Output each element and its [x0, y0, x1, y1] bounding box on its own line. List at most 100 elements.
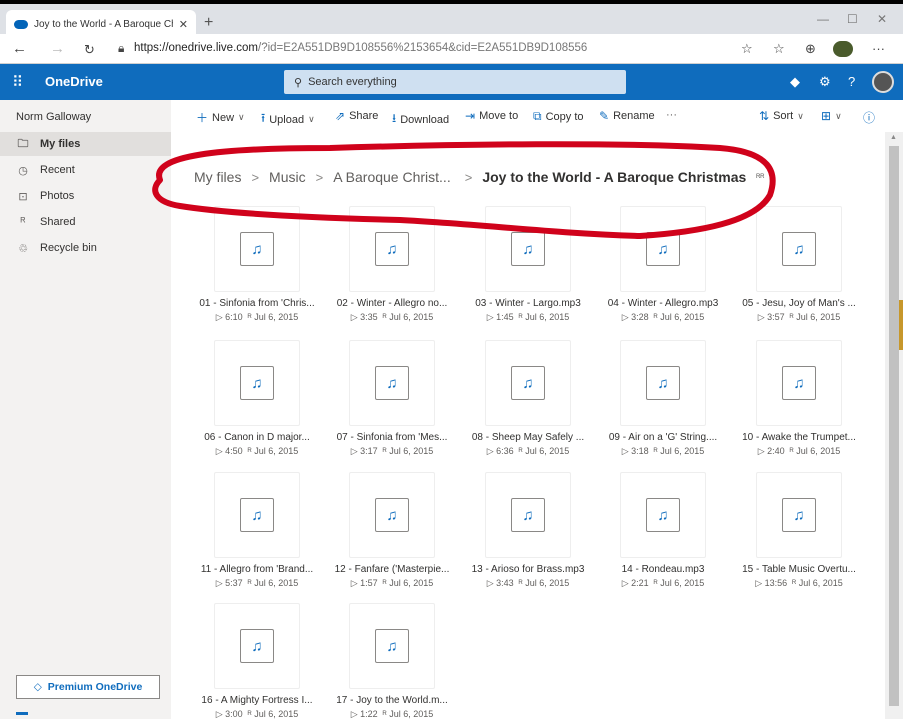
new-button[interactable]: ＋ New ∨	[196, 109, 245, 126]
help-icon[interactable]: ?	[848, 74, 855, 89]
file-tile[interactable]: ♫ 15 - Table Music Overtu... ▷ 13:56 ᴿ Jul…	[734, 472, 864, 592]
forward-icon[interactable]: →	[50, 40, 65, 57]
file-thumbnail[interactable]: ♫	[349, 206, 435, 292]
file-thumbnail[interactable]: ♫	[349, 472, 435, 558]
scrollbar-thumb[interactable]	[889, 146, 899, 706]
download-button[interactable]: ⭳ Download	[392, 109, 449, 130]
file-duration: 3:18	[631, 446, 649, 456]
nav-shared[interactable]: ᴿ Shared	[0, 210, 171, 234]
copy-to-button[interactable]: ⧉ Copy to	[533, 109, 584, 124]
file-thumbnail[interactable]: ♫	[620, 206, 706, 292]
file-name[interactable]: 10 - Awake the Trumpet...	[734, 432, 864, 443]
file-tile[interactable]: ♫ 05 - Jesu, Joy of Man's ... ▷ 3:57 ᴿ Jul…	[734, 206, 864, 326]
collections-icon[interactable]: ⊕	[805, 41, 816, 57]
breadcrumb-album[interactable]: A Baroque Christ...	[333, 169, 451, 185]
premium-diamond-icon[interactable]: ◆	[790, 74, 800, 90]
file-name[interactable]: 13 - Arioso for Brass.mp3	[463, 564, 593, 575]
close-tab-icon[interactable]: ✕	[179, 18, 188, 31]
upload-button[interactable]: ⭱ Upload ∨	[261, 109, 315, 130]
file-name[interactable]: 03 - Winter - Largo.mp3	[463, 298, 593, 309]
refresh-icon[interactable]: ↻	[84, 42, 95, 58]
file-thumbnail[interactable]: ♫	[756, 472, 842, 558]
file-meta: ▷ 5:37 ᴿ Jul 6, 2015	[192, 578, 322, 589]
file-tile[interactable]: ♫ 12 - Fanfare ('Masterpie... ▷ 1:57 ᴿ Jul…	[327, 472, 457, 592]
minimize-icon[interactable]: —	[817, 12, 829, 26]
file-name[interactable]: 17 - Joy to the World.m...	[327, 695, 457, 706]
sort-button[interactable]: ⇅ Sort ∨	[759, 109, 804, 123]
search-box[interactable]: ⚲ Search everything	[284, 70, 626, 94]
rename-button[interactable]: ✎ Rename	[599, 109, 655, 123]
maximize-icon[interactable]: ☐	[847, 12, 858, 26]
nav-recycle-bin[interactable]: ♲ Recycle bin	[0, 236, 171, 260]
move-to-button[interactable]: ⇥ Move to	[465, 109, 518, 123]
file-name[interactable]: 12 - Fanfare ('Masterpie...	[327, 564, 457, 575]
nav-recent[interactable]: ◷ Recent	[0, 158, 171, 182]
scroll-up-icon[interactable]: ▲	[890, 134, 897, 141]
copy-icon: ⧉	[533, 109, 542, 123]
file-tile[interactable]: ♫ 04 - Winter - Allegro.mp3 ▷ 3:28 ᴿ Jul 6…	[598, 206, 728, 326]
file-thumbnail[interactable]: ♫	[485, 472, 571, 558]
nav-photos[interactable]: ⊡ Photos	[0, 184, 171, 208]
favorite-star-icon[interactable]: ☆	[741, 41, 753, 57]
file-thumbnail[interactable]: ♫	[620, 340, 706, 426]
file-tile[interactable]: ♫ 10 - Awake the Trumpet... ▷ 2:40 ᴿ Jul 6…	[734, 340, 864, 460]
nav-my-files[interactable]: 🗀 My files	[0, 132, 171, 156]
more-menu-icon[interactable]: ···	[872, 41, 885, 56]
view-options-button[interactable]: ⊞ ∨	[821, 109, 842, 123]
file-thumbnail[interactable]: ♫	[620, 472, 706, 558]
file-name[interactable]: 15 - Table Music Overtu...	[734, 564, 864, 575]
file-thumbnail[interactable]: ♫	[485, 206, 571, 292]
file-name[interactable]: 09 - Air on a 'G' String....	[598, 432, 728, 443]
new-tab-icon[interactable]: +	[204, 14, 213, 32]
profile-icon[interactable]	[833, 41, 853, 57]
settings-gear-icon[interactable]: ⚙	[819, 74, 831, 90]
file-tile[interactable]: ♫ 02 - Winter - Allegro no... ▷ 3:35 ᴿ Jul…	[327, 206, 457, 326]
scrollbar[interactable]: ▲	[885, 132, 903, 719]
file-tile[interactable]: ♫ 01 - Sinfonia from 'Chris... ▷ 6:10 ᴿ Ju…	[192, 206, 322, 326]
file-tile[interactable]: ♫ 06 - Canon in D major... ▷ 4:50 ᴿ Jul 6,…	[192, 340, 322, 460]
breadcrumb-music[interactable]: Music	[269, 169, 306, 185]
more-commands-button[interactable]: ···	[666, 109, 677, 121]
file-name[interactable]: 11 - Allegro from 'Brand...	[192, 564, 322, 575]
music-note-icon: ♫	[646, 366, 680, 400]
shared-icon: ᴿ	[242, 446, 255, 456]
file-thumbnail[interactable]: ♫	[349, 340, 435, 426]
favorites-icon[interactable]: ☆	[773, 41, 785, 57]
file-name[interactable]: 04 - Winter - Allegro.mp3	[598, 298, 728, 309]
file-tile[interactable]: ♫ 13 - Arioso for Brass.mp3 ▷ 3:43 ᴿ Jul 6…	[463, 472, 593, 592]
file-tile[interactable]: ♫ 09 - Air on a 'G' String.... ▷ 3:18 ᴿ Ju…	[598, 340, 728, 460]
file-name[interactable]: 08 - Sheep May Safely ...	[463, 432, 593, 443]
file-thumbnail[interactable]: ♫	[214, 206, 300, 292]
file-thumbnail[interactable]: ♫	[214, 472, 300, 558]
file-name[interactable]: 02 - Winter - Allegro no...	[327, 298, 457, 309]
file-thumbnail[interactable]: ♫	[485, 340, 571, 426]
file-tile[interactable]: ♫ 14 - Rondeau.mp3 ▷ 2:21 ᴿ Jul 6, 2015	[598, 472, 728, 592]
file-name[interactable]: 07 - Sinfonia from 'Mes...	[327, 432, 457, 443]
share-button[interactable]: ⇗ Share	[335, 109, 378, 123]
file-thumbnail[interactable]: ♫	[756, 340, 842, 426]
premium-onedrive-button[interactable]: ◇ Premium OneDrive	[16, 675, 160, 699]
file-tile[interactable]: ♫ 07 - Sinfonia from 'Mes... ▷ 3:17 ᴿ Jul …	[327, 340, 457, 460]
file-tile[interactable]: ♫ 17 - Joy to the World.m... ▷ 1:22 ᴿ Jul …	[327, 603, 457, 719]
file-thumbnail[interactable]: ♫	[214, 603, 300, 689]
file-name[interactable]: 05 - Jesu, Joy of Man's ...	[734, 298, 864, 309]
file-name[interactable]: 16 - A Mighty Fortress I...	[192, 695, 322, 706]
file-tile[interactable]: ♫ 08 - Sheep May Safely ... ▷ 6:36 ᴿ Jul 6…	[463, 340, 593, 460]
file-thumbnail[interactable]: ♫	[756, 206, 842, 292]
file-thumbnail[interactable]: ♫	[349, 603, 435, 689]
url-field[interactable]: https://onedrive.live.com/?id=E2A551DB9D…	[134, 42, 587, 54]
back-icon[interactable]: ←	[12, 40, 27, 57]
info-button[interactable]: ⓘ	[863, 109, 875, 126]
file-tile[interactable]: ♫ 11 - Allegro from 'Brand... ▷ 5:37 ᴿ Jul…	[192, 472, 322, 592]
app-launcher-icon[interactable]: ⠿	[12, 73, 23, 91]
file-name[interactable]: 01 - Sinfonia from 'Chris...	[192, 298, 322, 309]
close-window-icon[interactable]: ✕	[877, 12, 887, 26]
breadcrumb-my-files[interactable]: My files	[194, 169, 241, 185]
file-tile[interactable]: ♫ 16 - A Mighty Fortress I... ▷ 3:00 ᴿ Jul…	[192, 603, 322, 719]
file-thumbnail[interactable]: ♫	[214, 340, 300, 426]
brand-title[interactable]: OneDrive	[45, 74, 103, 89]
file-name[interactable]: 14 - Rondeau.mp3	[598, 564, 728, 575]
file-tile[interactable]: ♫ 03 - Winter - Largo.mp3 ▷ 1:45 ᴿ Jul 6, …	[463, 206, 593, 326]
avatar[interactable]	[872, 71, 894, 93]
file-name[interactable]: 06 - Canon in D major...	[192, 432, 322, 443]
